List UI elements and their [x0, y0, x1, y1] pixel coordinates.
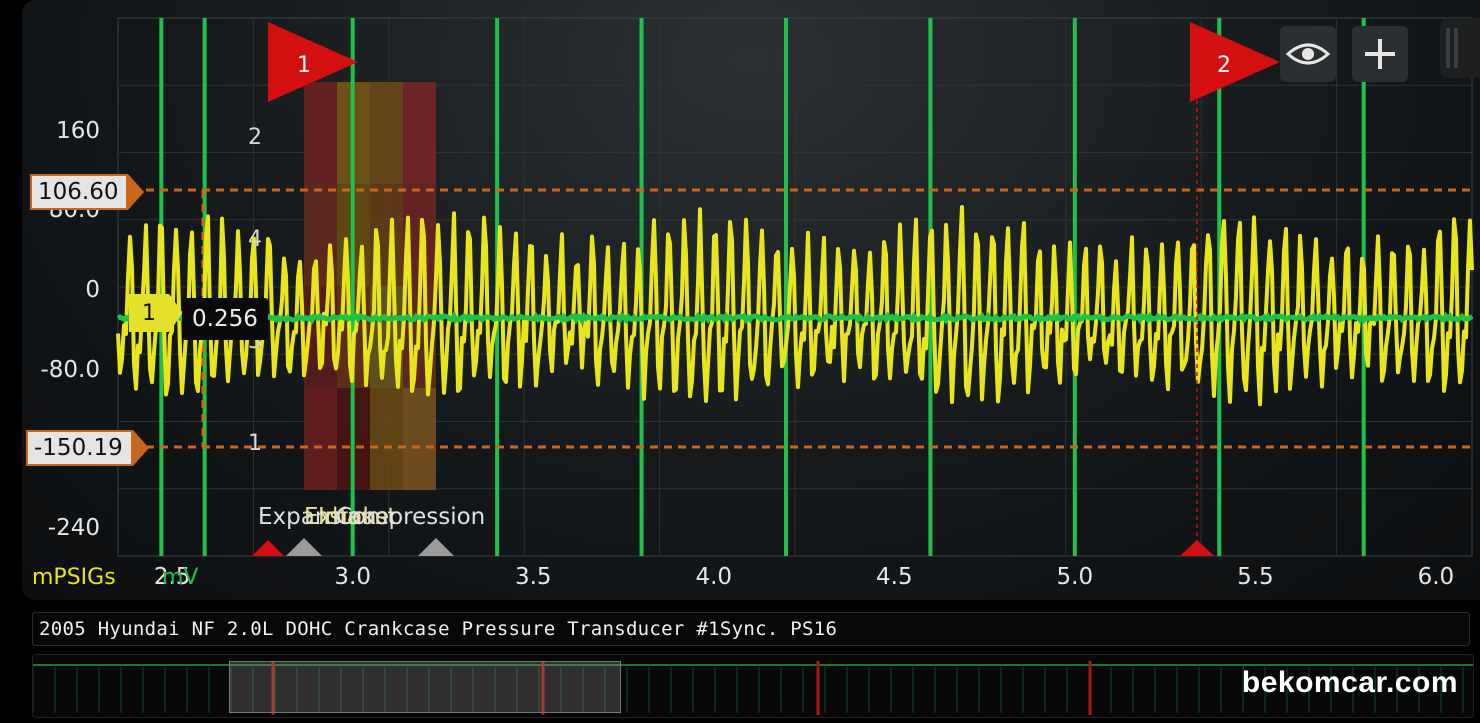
lower-level-value: -150.19	[34, 435, 123, 461]
stroke-band-cell	[403, 82, 436, 184]
y-tick-label: 160	[56, 118, 100, 144]
watermark: bekomcar.com	[1241, 666, 1458, 699]
eye-icon	[1286, 43, 1330, 65]
trace-title: 2005 Hyundai NF 2.0L DOHC Crankcase Pres…	[39, 618, 838, 640]
lower-level-label[interactable]: -150.19	[26, 430, 149, 466]
stroke-label: Compression	[336, 504, 485, 530]
y-tick-label: 0	[85, 277, 100, 303]
channel-value-text: 0.256	[192, 306, 258, 332]
upper-level-label[interactable]: 106.60	[30, 174, 146, 210]
channel-value: 0.256	[182, 298, 268, 340]
scope-panel: 160 80.0 0 -80.0 -240 2 4 3 1 2.5 3.0 3.5 4.0 4.5 5.0 5…	[22, 0, 1480, 600]
right-unit-label: mV	[162, 565, 198, 590]
x-tick-label: 5.5	[1237, 564, 1274, 590]
handle-grip	[1446, 28, 1450, 68]
trace-title-bar: 2005 Hyundai NF 2.0L DOHC Crankcase Pres…	[32, 612, 1470, 646]
y-tick-label: -240	[48, 515, 100, 541]
cylinder-tick-label: 1	[248, 431, 262, 456]
plus-icon	[1365, 39, 1395, 69]
stroke-end-marker	[418, 538, 454, 556]
add-button[interactable]	[1352, 26, 1408, 82]
side-drawer-handle[interactable]	[1440, 18, 1480, 78]
left-unit-label: mPSIGs	[32, 565, 116, 590]
handle-grip	[1454, 28, 1458, 68]
stroke-bands	[304, 82, 436, 490]
x-tick-label: 3.0	[334, 564, 371, 590]
stroke-band-cell	[370, 388, 403, 490]
stroke-band-cell	[403, 388, 436, 490]
x-tick-label: 4.0	[695, 564, 732, 590]
stroke-band-cell	[304, 388, 337, 490]
cylinder-tick-label: 4	[248, 227, 262, 252]
x-tick-label: 5.0	[1057, 564, 1094, 590]
cursor-1-foot	[252, 540, 284, 556]
overview-window[interactable]	[229, 661, 621, 713]
stroke-band-cell	[304, 82, 337, 184]
x-tick-label: 3.5	[515, 564, 552, 590]
cursor-2-label: 2	[1217, 53, 1231, 78]
visibility-button[interactable]	[1280, 26, 1336, 82]
x-tick-label: 6.0	[1418, 564, 1455, 590]
y-tick-label: -80.0	[40, 357, 100, 383]
channel-marker[interactable]: 1	[129, 294, 183, 332]
stroke-start-marker	[286, 538, 322, 556]
sync-trace	[116, 310, 1474, 326]
stroke-band-cell	[370, 82, 403, 184]
cursor-2-foot	[1180, 540, 1214, 556]
channel-marker-label: 1	[142, 300, 156, 326]
x-tick-label: 4.5	[876, 564, 913, 590]
cursor-2-flag	[1190, 22, 1280, 102]
upper-level-value: 106.60	[38, 179, 119, 205]
cylinder-tick-label: 2	[248, 125, 262, 150]
cursor-1-label: 1	[297, 53, 311, 78]
